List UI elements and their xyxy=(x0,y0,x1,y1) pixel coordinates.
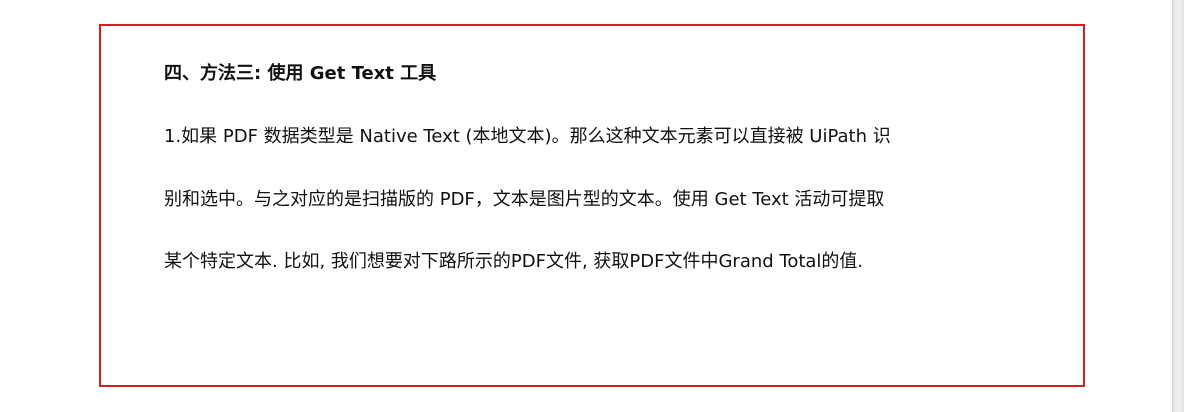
document-page: 四、方法三: 使用 Get Text 工具 1.如果 PDF 数据类型是 Nat… xyxy=(0,0,1172,412)
paragraph-line-2: 别和选中。与之对应的是扫描版的 PDF，文本是图片型的文本。使用 Get Tex… xyxy=(164,189,885,210)
paragraph-line-3: 某个特定文本. 比如, 我们想要对下路所示的PDF文件, 获取PDF文件中Gra… xyxy=(164,251,864,272)
scrollbar-thumb[interactable] xyxy=(1175,0,1182,412)
vertical-scrollbar[interactable] xyxy=(1172,0,1184,412)
section-heading: 四、方法三: 使用 Get Text 工具 xyxy=(164,63,437,84)
highlight-frame: 四、方法三: 使用 Get Text 工具 1.如果 PDF 数据类型是 Nat… xyxy=(99,24,1085,387)
paragraph-line-1: 1.如果 PDF 数据类型是 Native Text (本地文本)。那么这种文本… xyxy=(164,126,891,147)
